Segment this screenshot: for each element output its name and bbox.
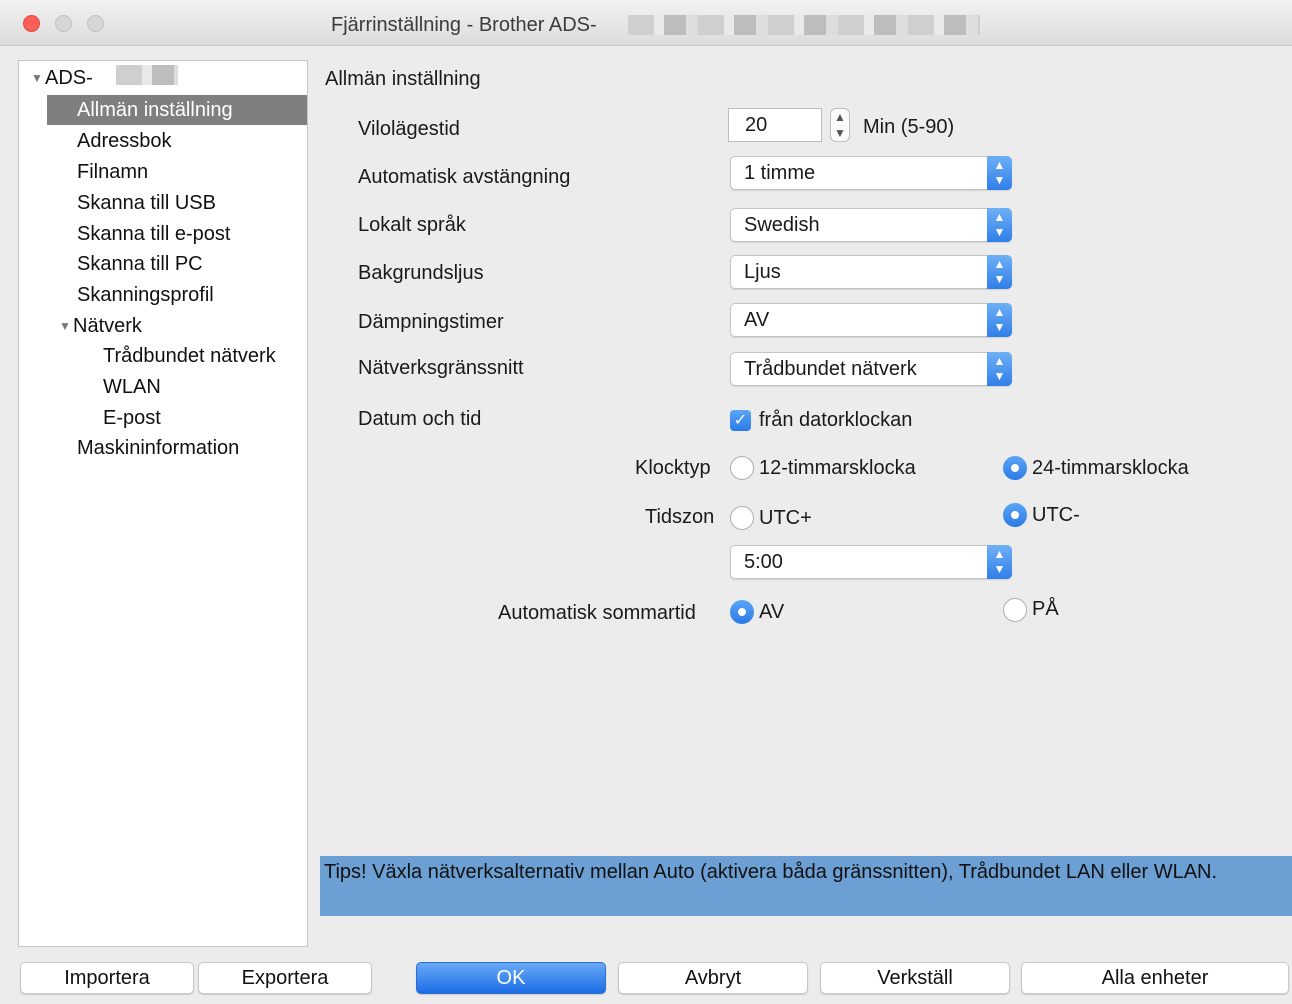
disclosure-triangle-icon[interactable]: ▼ (31, 63, 45, 93)
sidebar-item-machine-info[interactable]: Maskininformation (77, 433, 239, 463)
clock-type-label: Klocktyp (635, 457, 711, 479)
close-window-button[interactable] (23, 15, 40, 32)
clock-12h-radio[interactable] (730, 456, 754, 480)
zoom-window-button[interactable] (87, 15, 104, 32)
chevron-up-down-icon: ▲ ▼ (987, 255, 1012, 289)
ok-button[interactable]: OK (416, 962, 606, 994)
utc-plus-label: UTC+ (759, 507, 812, 529)
utc-minus-label: UTC- (1032, 504, 1080, 526)
sleep-time-stepper[interactable]: ▲ ▼ (830, 108, 850, 142)
sleep-time-unit: Min (5-90) (863, 116, 955, 138)
sleep-time-input[interactable]: 20 (728, 108, 822, 142)
page-title: Allmän inställning (325, 68, 481, 90)
timezone-offset-select[interactable]: 5:00 ▲ ▼ (730, 545, 1012, 579)
dim-timer-label: Dämpningstimer (358, 311, 504, 333)
dst-on-label: PÅ (1032, 598, 1059, 620)
sidebar-item-wlan[interactable]: WLAN (103, 372, 161, 402)
sidebar-item-scan-to-email[interactable]: Skanna till e-post (77, 219, 230, 249)
sidebar-item-network[interactable]: ▼ Nätverk (59, 311, 142, 341)
remote-setup-window: Fjärrinställning - Brother ADS- ▼ ADS- Al… (0, 0, 1292, 1004)
redacted-device-model (116, 65, 178, 85)
minimize-window-button[interactable] (55, 15, 72, 32)
backlight-select[interactable]: Ljus ▲ ▼ (730, 255, 1012, 289)
timezone-label: Tidszon (645, 506, 715, 528)
dst-off-label: AV (759, 601, 785, 623)
utc-plus-radio[interactable] (730, 506, 754, 530)
dst-on-radio[interactable] (1003, 598, 1027, 622)
sidebar-item-email[interactable]: E-post (103, 403, 161, 433)
sidebar-item-scan-profile[interactable]: Skanningsprofil (77, 280, 214, 310)
tree-root-device[interactable]: ▼ ADS- (31, 63, 93, 93)
export-button[interactable]: Exportera (198, 962, 372, 994)
window-title: Fjärrinställning - Brother ADS- (331, 14, 597, 36)
dim-timer-select[interactable]: AV ▲ ▼ (730, 303, 1012, 337)
network-interface-select[interactable]: Trådbundet nätverk ▲ ▼ (730, 352, 1012, 386)
disclosure-triangle-icon[interactable]: ▼ (59, 311, 73, 341)
import-button[interactable]: Importera (20, 962, 194, 994)
clock-12h-label: 12-timmarsklocka (759, 457, 916, 479)
chevron-up-down-icon: ▲ ▼ (987, 352, 1012, 386)
datetime-label: Datum och tid (358, 408, 482, 430)
sidebar-item-wired-network[interactable]: Trådbundet nätverk (103, 341, 276, 371)
tips-banner: Tips! Växla nätverksalternativ mellan Au… (320, 856, 1292, 916)
auto-off-select[interactable]: 1 timme ▲ ▼ (730, 156, 1012, 190)
backlight-label: Bakgrundsljus (358, 262, 484, 284)
use-computer-clock-checkbox[interactable]: ✓ (730, 410, 751, 431)
dst-off-radio[interactable] (730, 600, 754, 624)
settings-panel (320, 60, 1292, 950)
chevron-up-down-icon: ▲ ▼ (987, 208, 1012, 242)
clock-24h-label: 24-timmarsklocka (1032, 457, 1189, 479)
sidebar-item-scan-to-usb[interactable]: Skanna till USB (77, 188, 216, 218)
chevron-up-down-icon: ▲ ▼ (987, 303, 1012, 337)
apply-button[interactable]: Verkställ (820, 962, 1010, 994)
title-bar[interactable]: Fjärrinställning - Brother ADS- (0, 0, 1292, 46)
chevron-up-down-icon: ▲ ▼ (987, 545, 1012, 579)
network-interface-label: Nätverksgränssnitt (358, 357, 524, 379)
sidebar-item-general-settings[interactable]: Allmän inställning (47, 95, 307, 125)
auto-off-label: Automatisk avstängning (358, 166, 571, 188)
utc-minus-radio[interactable] (1003, 503, 1027, 527)
all-devices-button[interactable]: Alla enheter (1021, 962, 1289, 994)
sidebar-item-file-name[interactable]: Filnamn (77, 157, 148, 187)
sleep-time-label: Vilolägestid (358, 118, 460, 140)
clock-24h-radio[interactable] (1003, 456, 1027, 480)
chevron-up-down-icon: ▲ ▼ (987, 156, 1012, 190)
sidebar-item-address-book[interactable]: Adressbok (77, 126, 172, 156)
language-select[interactable]: Swedish ▲ ▼ (730, 208, 1012, 242)
redacted-model-name (628, 15, 980, 35)
dst-label: Automatisk sommartid (498, 602, 696, 624)
settings-tree: ▼ ADS- Allmän inställning Adressbok Filna… (18, 60, 308, 947)
use-computer-clock-label: från datorklockan (759, 409, 913, 431)
language-label: Lokalt språk (358, 214, 466, 236)
cancel-button[interactable]: Avbryt (618, 962, 808, 994)
sidebar-item-scan-to-pc[interactable]: Skanna till PC (77, 249, 203, 279)
